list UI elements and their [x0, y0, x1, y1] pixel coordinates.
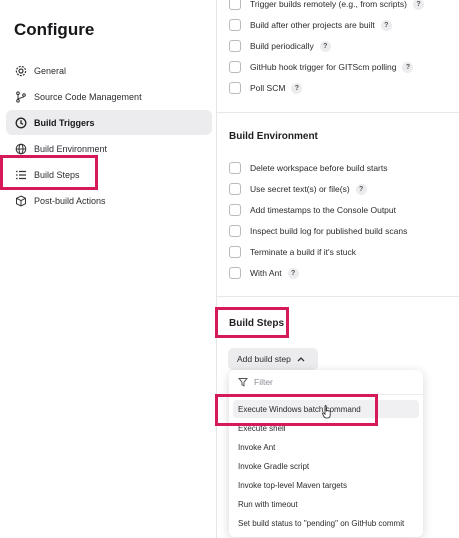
env-terminate-stuck-row[interactable]: Terminate a build if it's stuck [229, 246, 356, 258]
help-icon[interactable]: ? [355, 183, 367, 195]
env-delete-workspace-row[interactable]: Delete workspace before build starts [229, 162, 388, 174]
sidebar-item-source-code-management[interactable]: Source Code Management [6, 84, 212, 109]
checkbox-label: Build after other projects are built [250, 20, 375, 30]
checkbox-label: Terminate a build if it's stuck [250, 247, 357, 257]
checkbox[interactable] [229, 82, 241, 94]
menu-item-run-with-timeout[interactable]: Run with timeout [233, 495, 419, 513]
checkbox[interactable] [229, 0, 241, 10]
checkbox-label: Inspect build log for published build sc… [250, 226, 408, 236]
clock-icon [14, 116, 28, 130]
trigger-periodically-row[interactable]: Build periodically ? [229, 40, 331, 52]
section-divider [217, 112, 459, 113]
build-steps-heading: Build Steps [229, 318, 285, 329]
menu-item-invoke-gradle[interactable]: Invoke Gradle script [233, 457, 419, 475]
checkbox[interactable] [229, 183, 241, 195]
checkbox-label: Delete workspace before build starts [250, 163, 388, 173]
checkbox-label: Trigger builds remotely (e.g., from scri… [250, 0, 407, 9]
checkbox-label: GitHub hook trigger for GITScm polling [250, 62, 397, 72]
branch-icon [14, 90, 28, 104]
env-inspect-build-log-row[interactable]: Inspect build log for published build sc… [229, 225, 407, 237]
add-build-step-label: Add build step [237, 354, 291, 364]
sidebar-item-general[interactable]: General [6, 58, 212, 83]
help-icon[interactable]: ? [380, 19, 392, 31]
menu-item-invoke-ant[interactable]: Invoke Ant [233, 438, 419, 456]
filter-input[interactable]: Filter [238, 377, 273, 387]
env-timestamps-row[interactable]: Add timestamps to the Console Output [229, 204, 396, 216]
sidebar-item-build-environment[interactable]: Build Environment [6, 136, 212, 161]
checkbox-label: Poll SCM [250, 83, 286, 93]
gear-icon [14, 64, 28, 78]
checkbox[interactable] [229, 40, 241, 52]
sidebar-item-build-steps[interactable]: Build Steps [6, 162, 212, 187]
checkbox-label: With Ant [250, 268, 282, 278]
checkbox[interactable] [229, 204, 241, 216]
filter-placeholder: Filter [254, 377, 273, 387]
checkbox[interactable] [229, 267, 241, 279]
sidebar-item-label: Build Triggers [34, 117, 95, 128]
sidebar-item-post-build-actions[interactable]: Post-build Actions [6, 188, 212, 213]
env-with-ant-row[interactable]: With Ant ? [229, 267, 299, 279]
package-icon [14, 194, 28, 208]
globe-icon [14, 142, 28, 156]
checkbox[interactable] [229, 162, 241, 174]
list-icon [14, 168, 28, 182]
build-step-dropdown: Filter Execute Windows batch command Exe… [229, 370, 423, 537]
trigger-after-other-projects-row[interactable]: Build after other projects are built ? [229, 19, 392, 31]
checkbox[interactable] [229, 246, 241, 258]
trigger-github-hook-row[interactable]: GitHub hook trigger for GITScm polling ? [229, 61, 414, 73]
hand-cursor-icon [322, 405, 332, 424]
menu-item-set-build-status-pending[interactable]: Set build status to "pending" on GitHub … [233, 514, 419, 532]
add-build-step-button[interactable]: Add build step [228, 348, 318, 370]
build-environment-heading: Build Environment [229, 131, 318, 142]
checkbox-label: Add timestamps to the Console Output [250, 205, 396, 215]
checkbox[interactable] [229, 61, 241, 73]
help-icon[interactable]: ? [402, 61, 414, 73]
help-icon[interactable]: ? [287, 267, 299, 279]
checkbox[interactable] [229, 19, 241, 31]
trigger-remote-row[interactable]: Trigger builds remotely (e.g., from scri… [229, 0, 424, 10]
checkbox[interactable] [229, 225, 241, 237]
section-divider [217, 296, 459, 297]
checkbox-label: Build periodically [250, 41, 314, 51]
help-icon[interactable]: ? [412, 0, 424, 10]
sidebar-item-label: Build Steps [34, 169, 80, 180]
page-title: Configure [14, 20, 95, 39]
checkbox-label: Use secret text(s) or file(s) [250, 184, 350, 194]
sidebar-item-build-triggers[interactable]: Build Triggers [6, 110, 212, 135]
env-secret-text-row[interactable]: Use secret text(s) or file(s) ? [229, 183, 367, 195]
sidebar: Configure General Source Code Management… [0, 0, 216, 538]
sidebar-item-label: Build Environment [34, 143, 108, 154]
dropdown-divider [229, 394, 423, 395]
help-icon[interactable]: ? [291, 82, 303, 94]
trigger-poll-scm-row[interactable]: Poll SCM ? [229, 82, 303, 94]
sidebar-item-label: Post-build Actions [34, 195, 106, 206]
menu-item-invoke-maven[interactable]: Invoke top-level Maven targets [233, 476, 419, 494]
sidebar-item-label: General [34, 65, 67, 76]
chevron-up-icon [297, 355, 305, 364]
filter-icon [238, 377, 248, 387]
sidebar-item-label: Source Code Management [34, 91, 142, 102]
help-icon[interactable]: ? [319, 40, 331, 52]
